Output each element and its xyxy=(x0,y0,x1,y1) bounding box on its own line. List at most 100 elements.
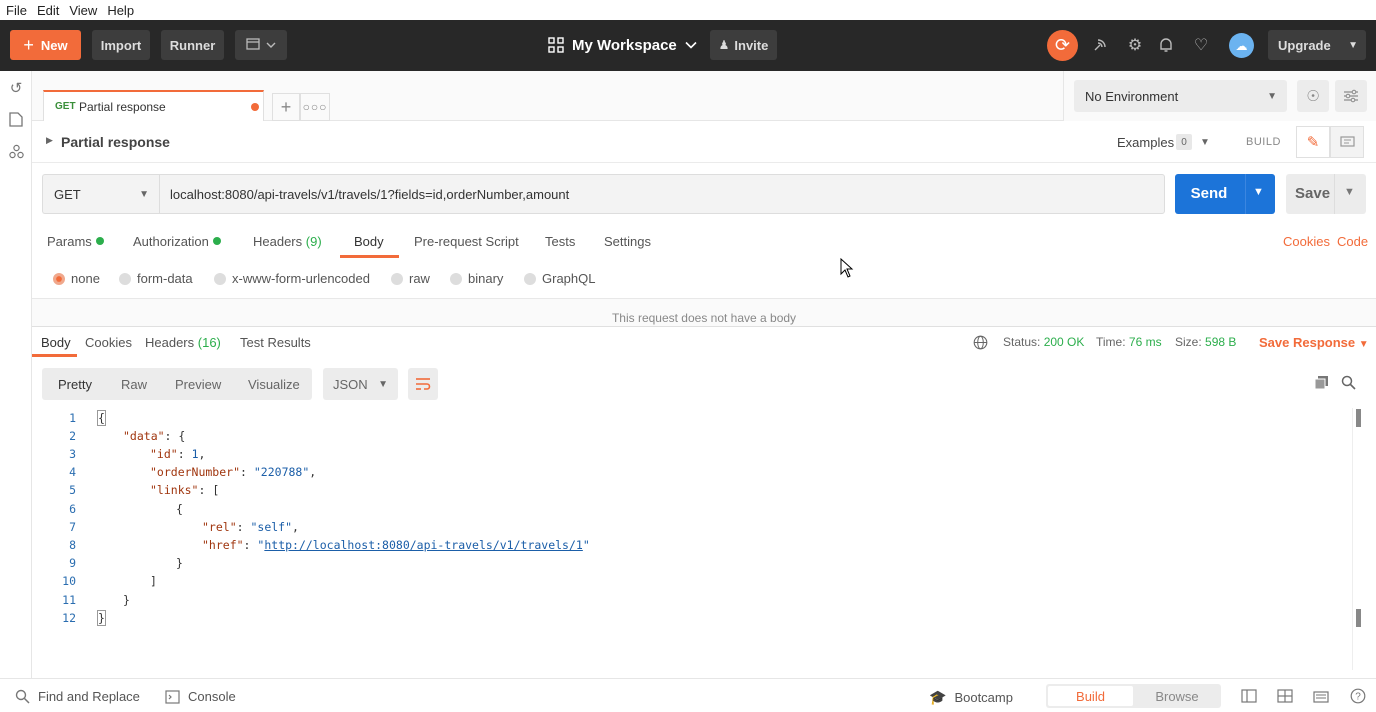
tab-tests[interactable]: Tests xyxy=(545,234,575,249)
editor-scrollbar[interactable] xyxy=(1352,408,1376,670)
keyboard-icon[interactable] xyxy=(1312,687,1330,705)
tab-prerequest-script[interactable]: Pre-request Script xyxy=(414,234,519,249)
tab-params[interactable]: Params xyxy=(47,234,104,249)
view-preview[interactable]: Preview xyxy=(175,377,221,392)
response-tab-test-results[interactable]: Test Results xyxy=(240,335,311,350)
sync-icon[interactable]: ⟳ xyxy=(1047,30,1078,61)
http-method-select[interactable]: GET ▼ xyxy=(42,174,159,214)
build-mode-button[interactable]: Build xyxy=(1048,686,1133,706)
search-icon[interactable] xyxy=(1339,373,1357,391)
browse-mode-button[interactable]: Browse xyxy=(1135,686,1219,706)
environment-quick-look-button[interactable]: ☉ xyxy=(1297,80,1329,112)
wrap-lines-button[interactable] xyxy=(408,368,438,400)
tab-settings[interactable]: Settings xyxy=(604,234,651,249)
new-tab-button[interactable]: + xyxy=(272,93,300,121)
upgrade-button[interactable]: Upgrade ▼ xyxy=(1268,30,1366,60)
environment-select[interactable]: No Environment ▼ xyxy=(1074,80,1287,112)
json-key: "rel" xyxy=(202,520,237,534)
request-tab[interactable]: GET Partial response xyxy=(43,90,264,121)
view-visualize[interactable]: Visualize xyxy=(248,377,300,392)
request-name[interactable]: Partial response xyxy=(61,134,170,150)
radio-binary[interactable]: binary xyxy=(450,271,503,286)
plus-icon: + xyxy=(23,35,34,55)
radio-button xyxy=(450,272,462,285)
more-tabs-button[interactable]: ○○○ xyxy=(300,93,330,121)
apis-icon[interactable] xyxy=(6,141,26,161)
save-response-button[interactable]: Save Response ▼ xyxy=(1259,335,1369,350)
workspace-switcher[interactable]: My Workspace xyxy=(548,30,697,60)
tab-headers[interactable]: Headers (9) xyxy=(253,234,322,249)
code-line: "links": [ xyxy=(150,483,219,497)
tab-authorization[interactable]: Authorization xyxy=(133,234,221,249)
response-divider[interactable] xyxy=(32,326,1376,327)
save-button[interactable]: Save ▼ xyxy=(1286,174,1366,214)
url-input[interactable] xyxy=(159,174,1165,214)
bootcamp-button[interactable]: 🎓 Bootcamp xyxy=(929,689,1013,706)
console-button[interactable]: Console xyxy=(165,689,236,704)
runner-button-label: Runner xyxy=(169,37,216,53)
json-value: "self" xyxy=(250,520,293,534)
new-button[interactable]: + New xyxy=(10,30,81,60)
find-replace-label: Find and Replace xyxy=(38,689,140,704)
send-button[interactable]: Send ▼ xyxy=(1175,174,1275,214)
caret-right-icon[interactable]: ▶ xyxy=(46,135,53,146)
response-size: Size: 598 B xyxy=(1175,335,1236,349)
layout-icon[interactable] xyxy=(1276,687,1294,705)
radio-none[interactable]: none xyxy=(53,271,100,286)
code-link[interactable]: Code xyxy=(1337,234,1368,249)
settings-gear-icon[interactable]: ⚙ xyxy=(1124,34,1146,56)
status-dot xyxy=(95,237,104,245)
two-pane-icon[interactable] xyxy=(1240,687,1258,705)
view-raw[interactable]: Raw xyxy=(121,377,147,392)
view-pretty[interactable]: Pretty xyxy=(58,377,92,392)
radio-button xyxy=(524,272,536,285)
response-language-select[interactable]: JSON ▼ xyxy=(323,368,398,400)
response-tab-headers[interactable]: Headers (16) xyxy=(145,335,221,350)
code-line: } xyxy=(97,610,106,626)
response-tab-cookies[interactable]: Cookies xyxy=(85,335,132,350)
tab-method: GET xyxy=(55,101,76,112)
menu-help[interactable]: Help xyxy=(107,3,134,18)
tab-body[interactable]: Body xyxy=(354,234,384,249)
comments-button[interactable] xyxy=(1330,126,1364,158)
bell-icon[interactable] xyxy=(1155,34,1177,56)
history-icon[interactable]: ↺ xyxy=(6,78,26,98)
globe-icon[interactable] xyxy=(971,333,989,351)
menu-edit[interactable]: Edit xyxy=(37,3,59,18)
scrollbar-thumb[interactable] xyxy=(1356,409,1361,427)
response-body-editor[interactable]: 1 2 3 4 5 6 7 8 9 10 11 12 { "data": { "… xyxy=(32,408,1352,670)
radio-graphql[interactable]: GraphQL xyxy=(524,271,595,286)
radio-form-data[interactable]: form-data xyxy=(119,271,193,286)
cloud-icon[interactable]: ☁ xyxy=(1229,33,1254,58)
line-number: 11 xyxy=(62,593,76,607)
line-number: 3 xyxy=(69,447,76,461)
code-line: } xyxy=(176,556,183,570)
radio-label: none xyxy=(71,271,100,286)
examples-label[interactable]: Examples xyxy=(1117,135,1174,150)
tab-authorization-label: Authorization xyxy=(133,234,209,249)
eye-icon: ☉ xyxy=(1306,88,1320,105)
runner-button[interactable]: Runner xyxy=(161,30,224,60)
caret-down-icon[interactable]: ▼ xyxy=(1253,186,1264,198)
json-link-value[interactable]: http://localhost:8080/api-travels/v1/tra… xyxy=(264,538,583,552)
caret-down-icon[interactable]: ▼ xyxy=(1200,137,1210,148)
new-window-button[interactable] xyxy=(235,30,287,60)
heart-icon[interactable]: ♡ xyxy=(1190,34,1212,56)
mode-toggle: Build Browse xyxy=(1046,684,1221,708)
help-icon[interactable]: ? xyxy=(1349,687,1367,705)
collections-icon[interactable] xyxy=(6,109,26,129)
menu-file[interactable]: File xyxy=(6,3,27,18)
manage-environments-button[interactable] xyxy=(1335,80,1367,112)
invite-button[interactable]: ♟ Invite xyxy=(710,30,777,60)
response-tab-body[interactable]: Body xyxy=(41,335,71,350)
cookies-link[interactable]: Cookies xyxy=(1283,234,1330,249)
satellite-icon[interactable] xyxy=(1089,34,1111,56)
edit-button[interactable]: ✎ xyxy=(1296,126,1330,158)
radio-raw[interactable]: raw xyxy=(391,271,430,286)
import-button[interactable]: Import xyxy=(92,30,150,60)
caret-down-icon[interactable]: ▼ xyxy=(1344,186,1355,198)
find-replace-button[interactable]: Find and Replace xyxy=(15,689,140,704)
radio-x-www-form-urlencoded[interactable]: x-www-form-urlencoded xyxy=(214,271,370,286)
copy-icon[interactable] xyxy=(1312,373,1330,391)
menu-view[interactable]: View xyxy=(69,3,97,18)
